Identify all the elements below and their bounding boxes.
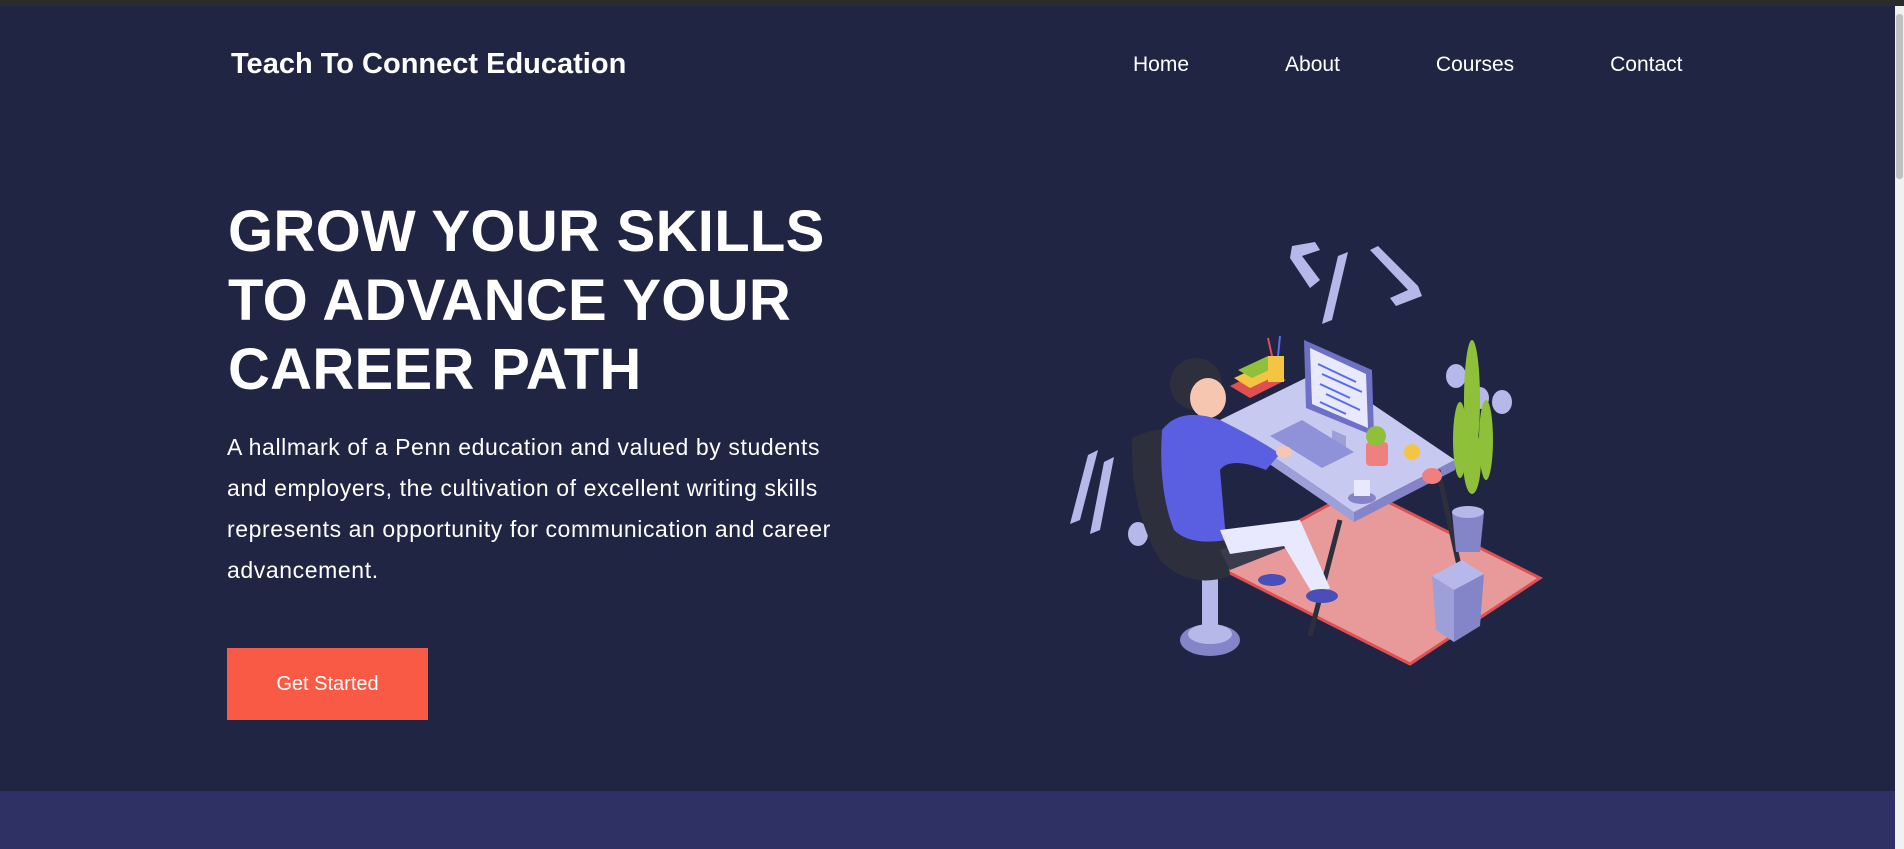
hero-headline-line: CAREER PATH — [228, 337, 642, 402]
next-section-band — [0, 791, 1895, 849]
hero-headline: GROW YOUR SKILLS TO ADVANCE YOUR CAREER … — [228, 197, 908, 404]
nav-about-link[interactable]: About — [1285, 53, 1340, 77]
code-brackets-icon — [1290, 242, 1422, 324]
page-scrollbar[interactable] — [1895, 6, 1904, 849]
hero-headline-line: GROW YOUR SKILLS — [228, 199, 825, 264]
main-nav: Home About Courses Contact — [1133, 53, 1683, 77]
browser-top-edge — [0, 0, 1904, 6]
hero-headline-line: TO ADVANCE YOUR — [228, 268, 792, 333]
scrollbar-thumb[interactable] — [1896, 14, 1903, 179]
person-coding-at-desk-illustration — [1070, 240, 1550, 670]
brand-logo-text[interactable]: Teach To Connect Education — [231, 48, 626, 81]
hero-description: A hallmark of a Penn education and value… — [227, 434, 831, 583]
nav-home-link[interactable]: Home — [1133, 53, 1189, 77]
nav-courses-link[interactable]: Courses — [1436, 53, 1514, 77]
nav-contact-link[interactable]: Contact — [1610, 53, 1682, 77]
get-started-button[interactable]: Get Started — [227, 648, 428, 720]
